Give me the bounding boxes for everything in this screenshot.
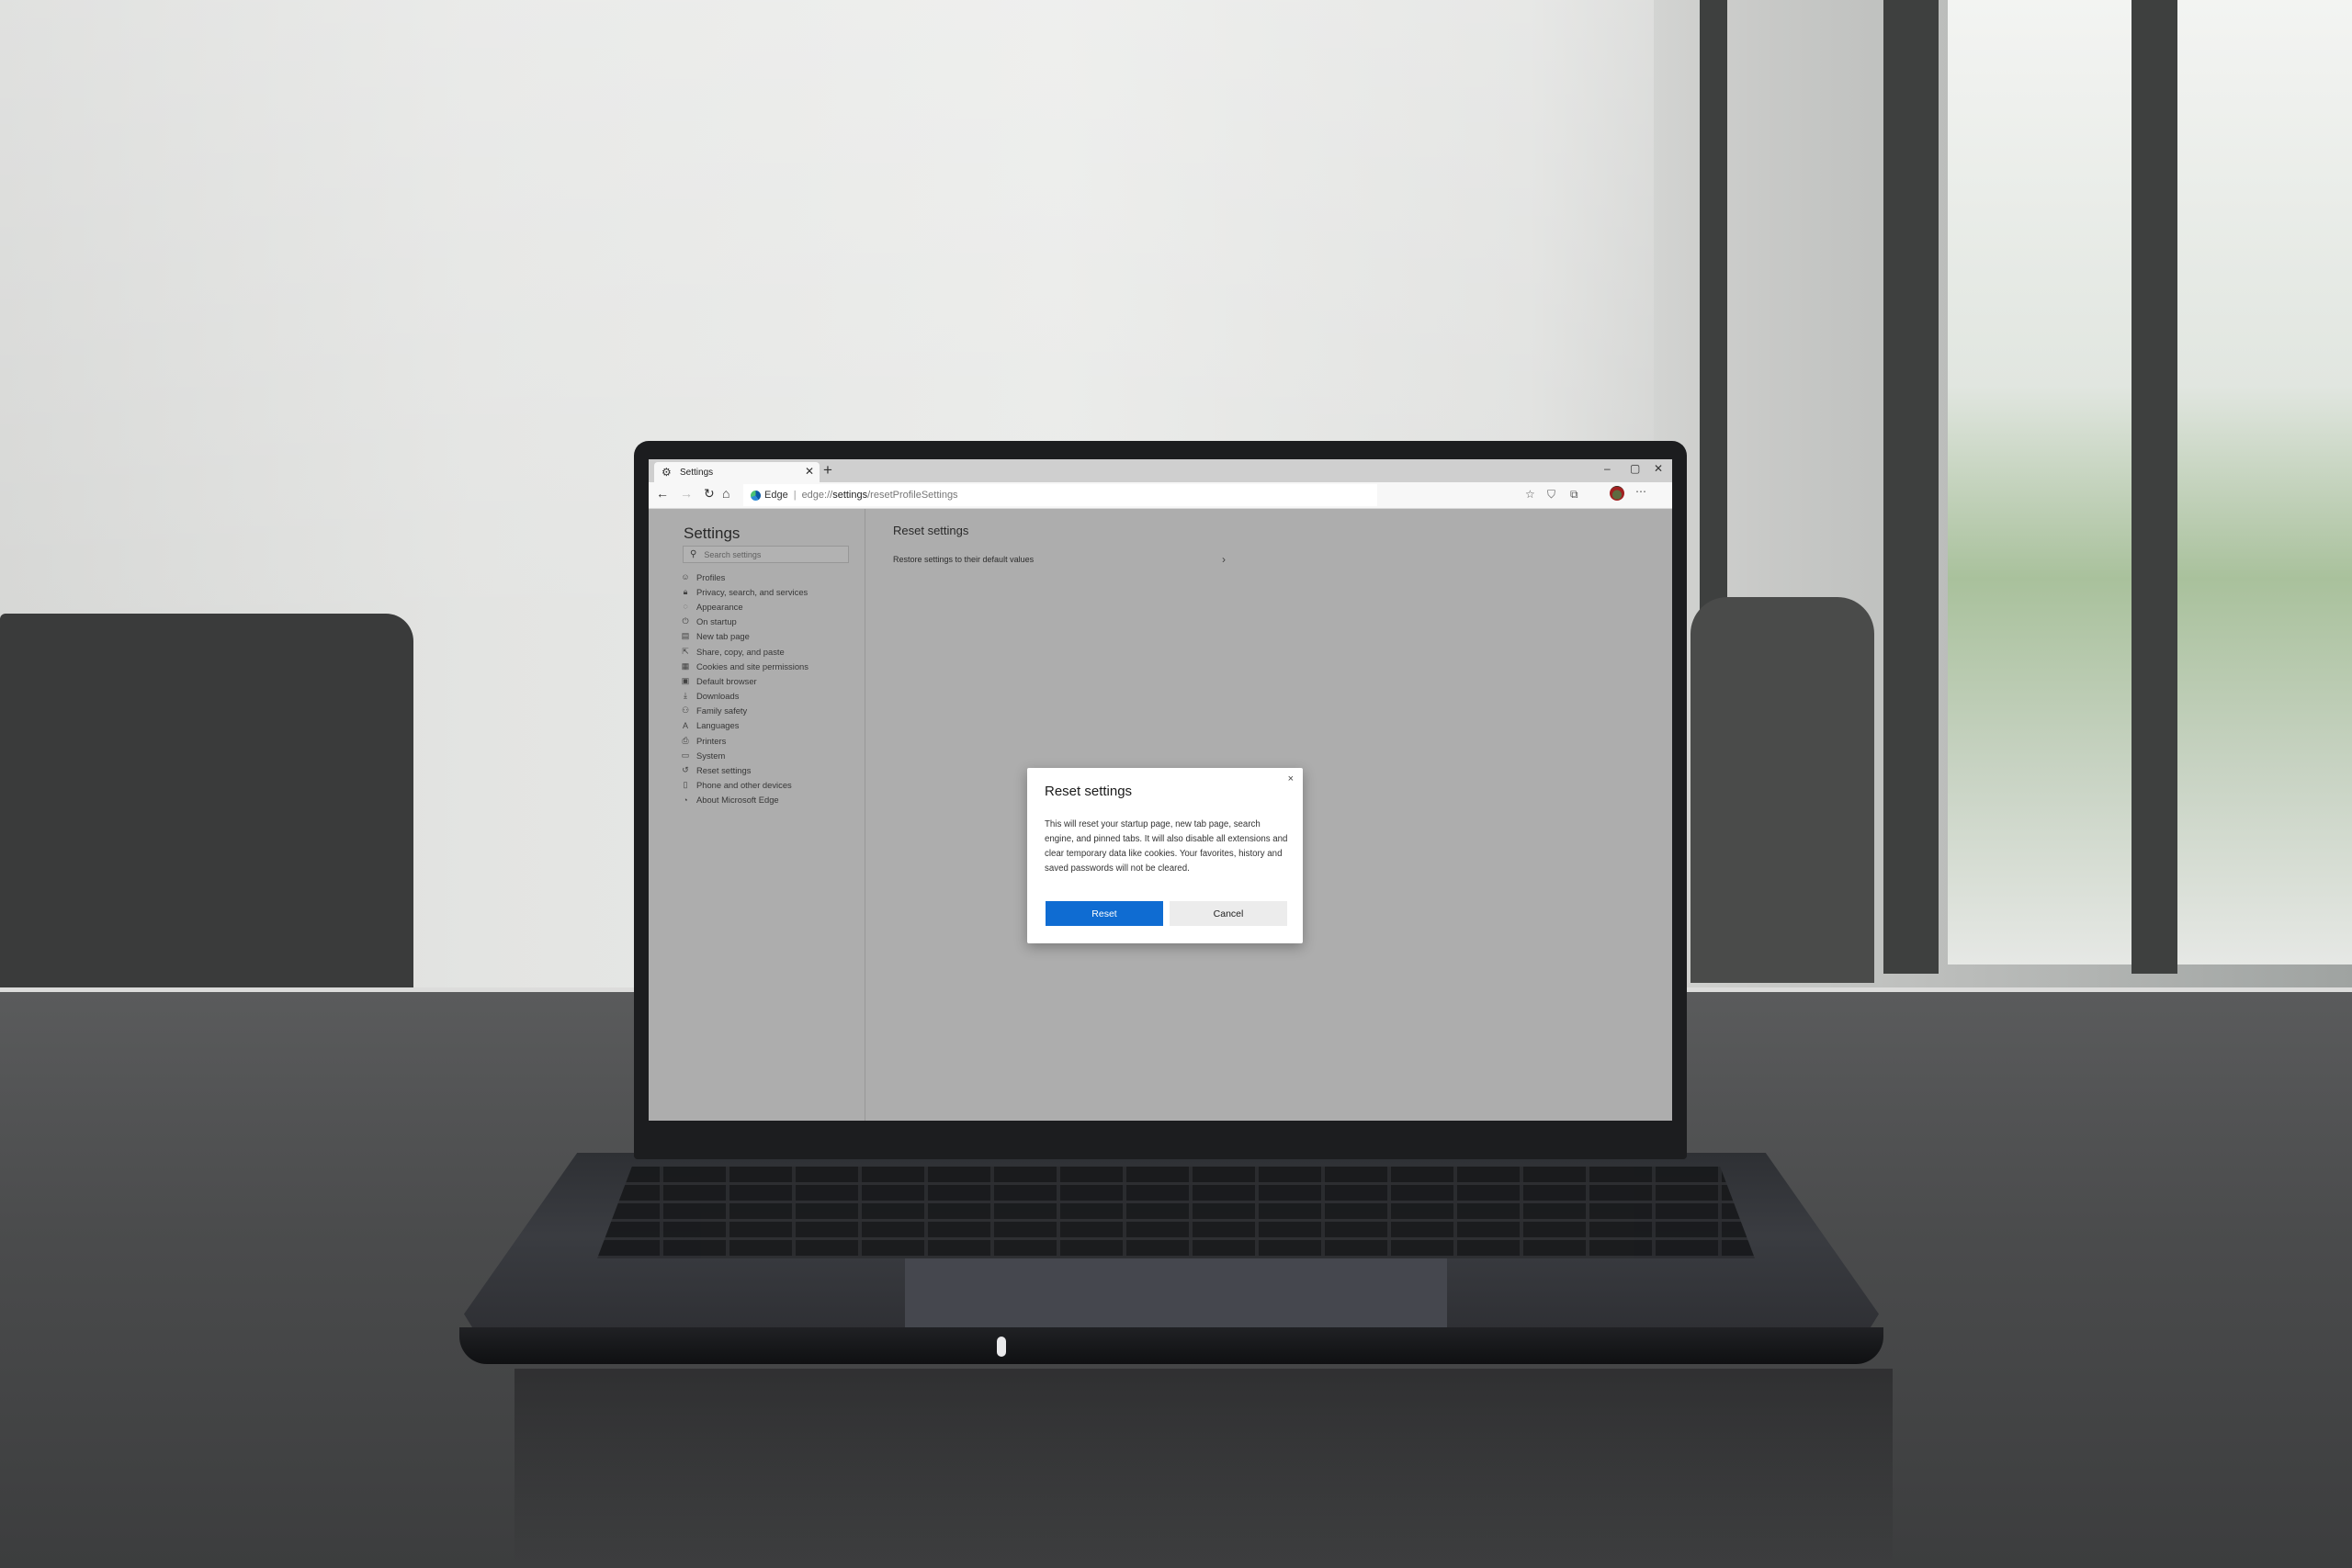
laptop-reflection: [514, 1369, 1893, 1568]
chair: [0, 614, 413, 999]
url-prefix: edge://: [801, 490, 833, 501]
close-window-button[interactable]: ✕: [1654, 462, 1663, 475]
tab-settings[interactable]: ⚙ Settings ✕: [654, 462, 820, 482]
chair: [1690, 597, 1874, 983]
window-frame: [1883, 0, 1939, 974]
back-icon[interactable]: ←: [656, 486, 669, 501]
close-tab-icon[interactable]: ✕: [805, 465, 814, 478]
site-label: Edge: [764, 490, 788, 501]
refresh-icon[interactable]: ↻: [704, 486, 715, 502]
restore-button[interactable]: ▢: [1630, 462, 1640, 475]
close-dialog-icon[interactable]: ×: [1288, 773, 1294, 784]
laptop-led: [997, 1337, 1006, 1357]
forward-icon[interactable]: →: [680, 486, 693, 501]
tab-strip: ⚙ Settings ✕ + – ▢ ✕: [649, 459, 1672, 482]
address-separator: |: [793, 490, 797, 501]
dialog-body: This will reset your startup page, new t…: [1045, 819, 1288, 874]
browser-toolbar: ← → ↻ ⌂ Edge | edge://settings/resetProf…: [649, 482, 1672, 509]
collections-icon[interactable]: ⧉: [1570, 488, 1578, 502]
more-menu-icon[interactable]: ⋯: [1635, 485, 1646, 498]
minimize-button[interactable]: –: [1604, 462, 1611, 475]
new-tab-button[interactable]: +: [823, 461, 832, 479]
laptop-front-edge: [459, 1327, 1883, 1364]
reset-button[interactable]: Reset: [1046, 901, 1163, 926]
reset-settings-dialog: × Reset settings This will reset your st…: [1027, 768, 1303, 943]
favorites-icon[interactable]: ☆: [1525, 488, 1535, 501]
window-frame: [2132, 0, 2177, 974]
tracking-prevention-icon[interactable]: ⛉: [1547, 488, 1555, 502]
address-bar[interactable]: Edge | edge://settings/resetProfileSetti…: [743, 484, 1377, 506]
home-icon[interactable]: ⌂: [722, 486, 729, 501]
url-path: /resetProfileSettings: [867, 490, 958, 501]
gear-icon: ⚙: [662, 466, 672, 479]
cancel-button[interactable]: Cancel: [1170, 901, 1287, 926]
edge-logo-icon: [751, 490, 761, 501]
dialog-title: Reset settings: [1045, 784, 1133, 799]
modal-backdrop: × Reset settings This will reset your st…: [649, 509, 1672, 1121]
url-host: settings: [832, 490, 868, 501]
tab-title: Settings: [680, 467, 714, 478]
profile-avatar[interactable]: [1610, 486, 1624, 501]
browser-window: ⚙ Settings ✕ + – ▢ ✕ ← → ↻ ⌂ Edge | edge…: [649, 459, 1672, 1121]
laptop-keyboard: [597, 1167, 1755, 1258]
